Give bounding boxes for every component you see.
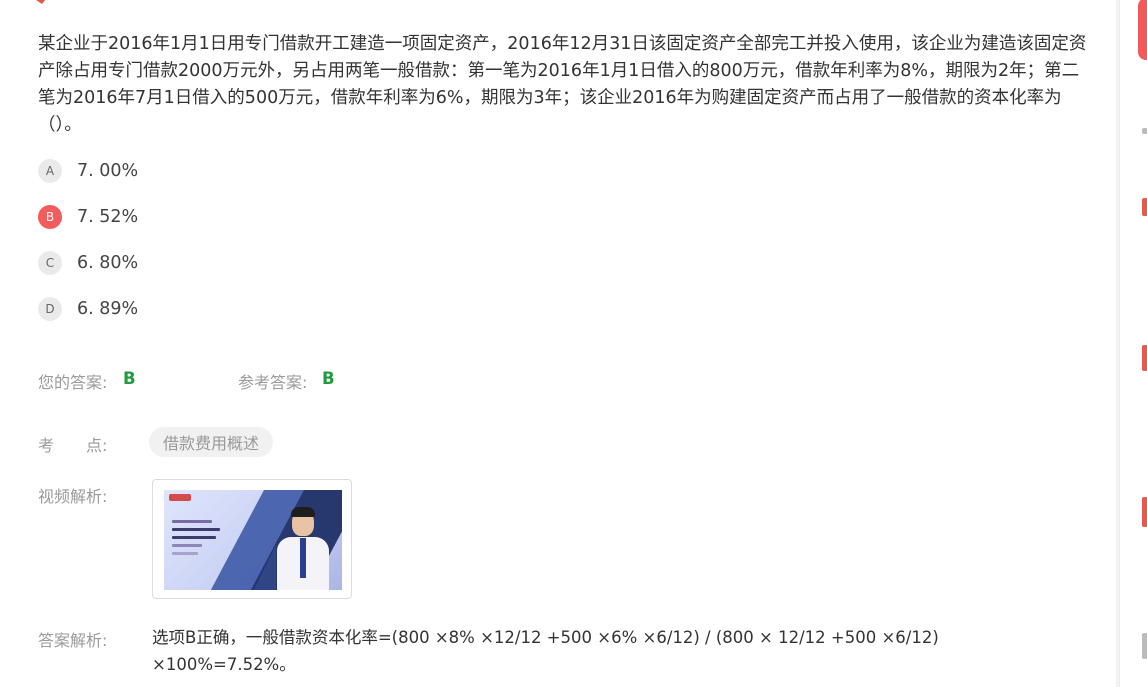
option-a[interactable]: A 7. 00% xyxy=(38,158,138,184)
option-c[interactable]: C 6. 80% xyxy=(38,250,138,276)
sidebar-marker xyxy=(1142,633,1147,659)
your-answer-value: B xyxy=(123,369,136,388)
sidebar-action-button[interactable] xyxy=(1138,0,1147,60)
video-analysis-label: 视频解析: xyxy=(38,487,108,506)
option-letter-d: D xyxy=(38,297,62,321)
video-logo-icon xyxy=(169,494,191,501)
video-thumbnail[interactable] xyxy=(164,490,342,590)
option-letter-b: B xyxy=(38,205,62,229)
sidebar-marker xyxy=(1142,198,1147,216)
option-letter-a: A xyxy=(38,159,62,183)
option-letter-c: C xyxy=(38,251,62,275)
option-text-c: 6. 80% xyxy=(77,253,139,273)
right-sidebar xyxy=(1119,0,1147,687)
explanation-text: 选项B正确，一般借款资本化率=(800 ×8% ×12/12 +500 ×6% … xyxy=(152,628,939,674)
sidebar-marker xyxy=(1142,497,1147,527)
reference-answer-value: B xyxy=(322,369,335,388)
question-text: 某企业于2016年1月1日用专门借款开工建造一项固定资产，2016年12月31日… xyxy=(38,34,1087,135)
sidebar-marker xyxy=(1142,128,1147,134)
red-triangle-icon xyxy=(36,0,46,4)
option-b[interactable]: B 7. 52% xyxy=(38,204,138,230)
video-card[interactable] xyxy=(152,479,352,599)
knowledge-point-tag[interactable]: 借款费用概述 xyxy=(149,427,274,457)
sidebar-marker xyxy=(1142,345,1147,371)
your-answer-label: 您的答案: xyxy=(38,373,108,392)
reference-answer-label: 参考答案: xyxy=(238,373,308,392)
question-panel: 某企业于2016年1月1日用专门借款开工建造一项固定资产，2016年12月31日… xyxy=(0,0,1116,687)
option-text-b: 7. 52% xyxy=(77,207,139,227)
option-text-a: 7. 00% xyxy=(77,161,139,181)
option-d[interactable]: D 6. 89% xyxy=(38,296,138,322)
option-text-d: 6. 89% xyxy=(77,299,139,319)
explanation-label: 答案解析: xyxy=(38,631,108,650)
knowledge-point-label: 考 点: xyxy=(38,436,108,455)
